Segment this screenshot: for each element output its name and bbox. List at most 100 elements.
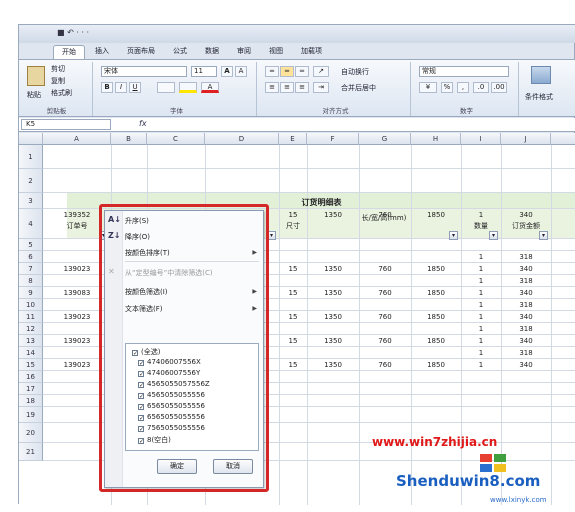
indent-icon[interactable]: ⇥ [313, 82, 329, 93]
row-header-1[interactable]: 1 [19, 145, 43, 169]
cell-h[interactable]: 1850 [411, 337, 461, 345]
tab-formulas[interactable]: 公式 [165, 45, 195, 59]
tab-insert[interactable]: 插入 [87, 45, 117, 59]
cell-g[interactable]: 760 [359, 265, 411, 273]
cell-e[interactable]: 15 [279, 211, 307, 219]
cell-g[interactable]: 760 [359, 337, 411, 345]
comma-button[interactable]: , [457, 82, 469, 93]
cell-i[interactable]: 1 [461, 361, 501, 369]
cell-g[interactable]: 760 [359, 313, 411, 321]
conditional-format-icon[interactable] [531, 66, 551, 84]
cell-j[interactable]: 318 [501, 301, 551, 309]
paste-button[interactable]: 粘贴 [27, 90, 41, 100]
increase-decimal-icon[interactable]: .0 [473, 82, 489, 93]
cell-f[interactable]: 1350 [307, 337, 359, 345]
format-painter-button[interactable]: 格式刷 [51, 88, 72, 98]
fx-icon[interactable]: fx [139, 119, 147, 128]
wrap-text-button[interactable]: 自动换行 [341, 67, 369, 77]
orientation-icon[interactable]: ↗ [313, 66, 329, 77]
row-header-14[interactable]: 14 [19, 347, 43, 359]
row-header-13[interactable]: 13 [19, 335, 43, 347]
cell-h[interactable]: 1850 [411, 313, 461, 321]
tab-data[interactable]: 数据 [197, 45, 227, 59]
cell-i[interactable]: 1 [461, 289, 501, 297]
filter-dropdown-h[interactable]: ▾ [449, 231, 458, 240]
cell-i[interactable]: 1 [461, 277, 501, 285]
row-header-3[interactable]: 3 [19, 193, 43, 209]
border-icon[interactable] [157, 82, 175, 93]
column-header-f[interactable]: F [307, 133, 359, 145]
cell-j[interactable]: 340 [501, 289, 551, 297]
italic-button[interactable]: I [115, 82, 127, 93]
font-size-combo[interactable]: 11 [191, 66, 217, 77]
cell-h[interactable]: 1850 [411, 289, 461, 297]
cell-e[interactable]: 15 [279, 337, 307, 345]
row-header-21[interactable]: 21 [19, 443, 43, 461]
filter-dropdown-i[interactable]: ▾ [489, 231, 498, 240]
align-top-icon[interactable]: ═ [265, 66, 279, 77]
align-left-icon[interactable]: ≡ [265, 82, 279, 93]
row-header-4[interactable]: 4 [19, 209, 43, 239]
cell-g[interactable]: 760 [359, 289, 411, 297]
font-name-combo[interactable]: 宋体 [101, 66, 187, 77]
cell-e[interactable]: 15 [279, 361, 307, 369]
cell-j[interactable]: 340 [501, 361, 551, 369]
column-header-next[interactable] [551, 133, 575, 145]
row-header-12[interactable]: 12 [19, 323, 43, 335]
cell-j[interactable]: 340 [501, 313, 551, 321]
cell-j[interactable]: 318 [501, 253, 551, 261]
row-header-5[interactable]: 5 [19, 239, 43, 251]
grow-font-button[interactable]: A [221, 66, 233, 77]
underline-button[interactable]: U [129, 82, 141, 93]
name-box[interactable]: K5 [21, 119, 111, 130]
cell-h[interactable]: 1850 [411, 361, 461, 369]
percent-button[interactable]: % [441, 82, 453, 93]
cell-i[interactable]: 1 [461, 253, 501, 261]
row-header-17[interactable]: 17 [19, 383, 43, 395]
cell-i[interactable]: 1 [461, 211, 501, 219]
cell-i[interactable]: 1 [461, 265, 501, 273]
filter-dropdown-j[interactable]: ▾ [539, 231, 548, 240]
tab-view[interactable]: 视图 [261, 45, 291, 59]
row-header-15[interactable]: 15 [19, 359, 43, 371]
cell-g[interactable]: 760 [359, 361, 411, 369]
copy-button[interactable]: 复制 [51, 76, 65, 86]
column-header-h[interactable]: H [411, 133, 461, 145]
align-center-icon[interactable]: ≡ [280, 82, 294, 93]
align-middle-icon[interactable]: ═ [280, 66, 294, 77]
align-bottom-icon[interactable]: ═ [295, 66, 309, 77]
cell-j[interactable]: 318 [501, 277, 551, 285]
cell-e[interactable]: 15 [279, 265, 307, 273]
shrink-font-button[interactable]: A [235, 66, 247, 77]
row-header-10[interactable]: 10 [19, 299, 43, 311]
row-header-6[interactable]: 6 [19, 251, 43, 263]
row-header-20[interactable]: 20 [19, 423, 43, 443]
tab-addins[interactable]: 加载项 [293, 45, 330, 59]
cell-f[interactable]: 1350 [307, 265, 359, 273]
row-header-19[interactable]: 19 [19, 407, 43, 423]
decrease-decimal-icon[interactable]: .00 [491, 82, 507, 93]
cut-button[interactable]: 剪切 [51, 64, 65, 74]
row-header-11[interactable]: 11 [19, 311, 43, 323]
align-right-icon[interactable]: ≡ [295, 82, 309, 93]
quick-access-toolbar[interactable]: ■ ↶ · · · [57, 28, 89, 37]
conditional-format-button[interactable]: 条件格式 [525, 92, 553, 102]
cell-f[interactable]: 1350 [307, 313, 359, 321]
row-header-16[interactable]: 16 [19, 371, 43, 383]
cell-j[interactable]: 340 [501, 211, 551, 219]
cell-f[interactable]: 1350 [307, 361, 359, 369]
cell-e[interactable]: 15 [279, 313, 307, 321]
row-header-9[interactable]: 9 [19, 287, 43, 299]
cell-i[interactable]: 1 [461, 301, 501, 309]
cell-i[interactable]: 1 [461, 313, 501, 321]
column-header-d[interactable]: D [205, 133, 279, 145]
cell-j[interactable]: 318 [501, 325, 551, 333]
cell-j[interactable]: 340 [501, 265, 551, 273]
font-color-icon[interactable]: A [201, 82, 219, 93]
cell-i[interactable]: 1 [461, 337, 501, 345]
cell-j[interactable]: 318 [501, 349, 551, 357]
row-header-18[interactable]: 18 [19, 395, 43, 407]
paste-icon[interactable] [27, 66, 45, 86]
row-header-8[interactable]: 8 [19, 275, 43, 287]
fill-color-icon[interactable] [179, 82, 197, 93]
